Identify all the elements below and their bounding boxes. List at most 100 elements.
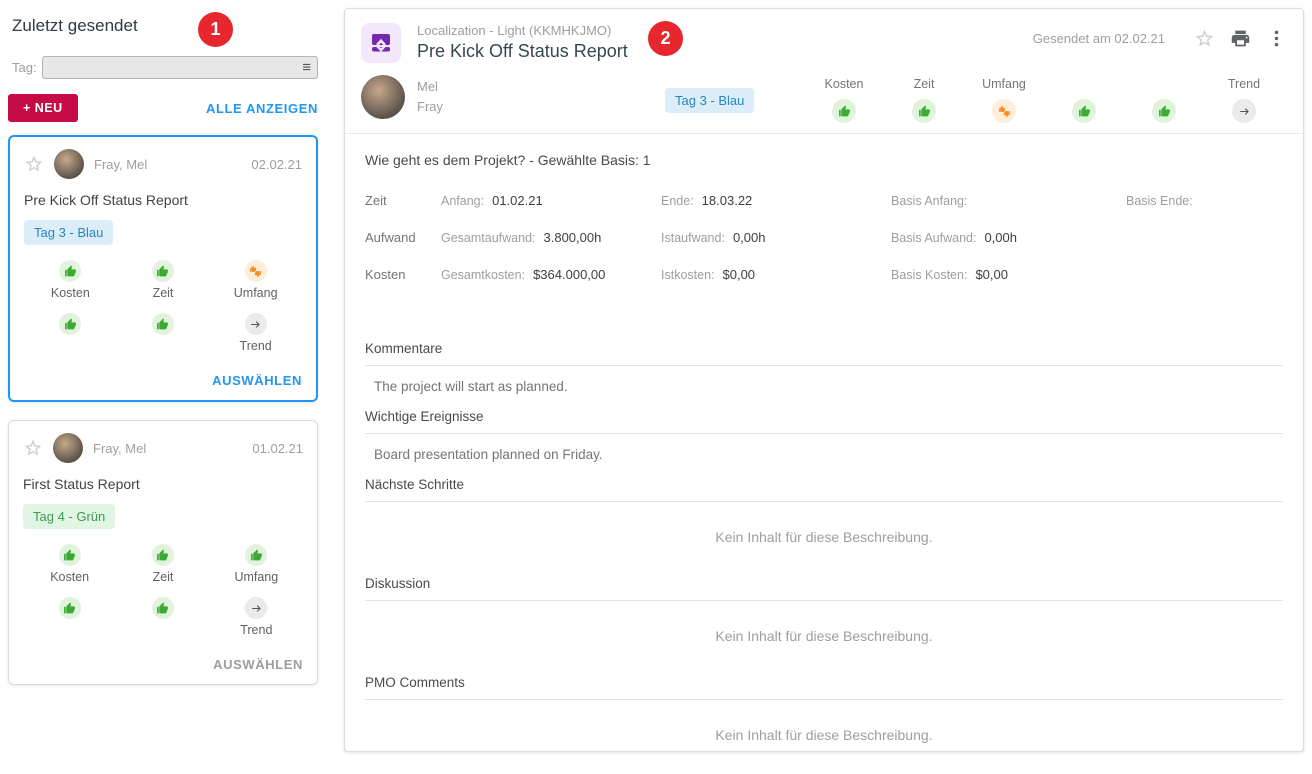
- status-label: Kosten: [51, 286, 90, 301]
- print-icon[interactable]: [1229, 27, 1251, 49]
- field-key: Anfang:: [441, 194, 484, 208]
- report-title: Pre Kick Off Status Report: [417, 41, 628, 62]
- tag-chip: Tag 3 - Blau: [665, 88, 754, 113]
- report-sections: Kommentare The project will start as pla…: [365, 341, 1283, 774]
- thumbs-up-icon: [59, 313, 81, 335]
- status-label: Trend: [240, 339, 272, 354]
- field-value: 01.02.21: [492, 193, 543, 208]
- card-title: First Status Report: [23, 476, 303, 492]
- header-status-row: Kosten Zeit Umfang Trend: [804, 77, 1284, 123]
- author-last-name: Fray: [417, 97, 443, 117]
- card-status-grid: Kosten Zeit Umfang Trend: [24, 260, 302, 354]
- section-pmo-comments: PMO Comments Kein Inhalt für diese Besch…: [365, 675, 1283, 774]
- sidebar-actions: + NEU ALLE ANZEIGEN: [8, 94, 318, 122]
- field-key: Basis Kosten:: [891, 268, 967, 282]
- report-card-1[interactable]: Fray, Mel 02.02.21 Pre Kick Off Status R…: [8, 135, 318, 402]
- row-label: Aufwand: [365, 230, 441, 245]
- field-value: 0,00h: [984, 230, 1017, 245]
- recently-sent-sidebar: Zuletzt gesendet Tag: ≡ + NEU ALLE ANZEI…: [8, 0, 318, 685]
- status-label: Zeit: [914, 77, 935, 92]
- section-naechste-schritte: Nächste Schritte Kein Inhalt für diese B…: [365, 477, 1283, 576]
- metrics-row-kosten: Kosten Gesamtkosten: $364.000,00 Istkoste…: [365, 256, 1283, 293]
- thumbs-up-icon: [832, 99, 856, 123]
- thumbs-up-icon: [152, 597, 174, 619]
- section-heading: PMO Comments: [365, 675, 1283, 700]
- annotation-badge-1: 1: [198, 12, 233, 47]
- status-label: Trend: [1228, 77, 1260, 92]
- favorite-star-icon[interactable]: [1193, 27, 1215, 49]
- card-date: 02.02.21: [251, 157, 302, 172]
- card-author: Fray, Mel: [93, 441, 146, 456]
- select-report-link[interactable]: AUSWÄHLEN: [23, 657, 303, 672]
- thumbs-up-icon: [152, 313, 174, 335]
- section-empty-content: Kein Inhalt für diese Beschreibung.: [365, 502, 1283, 576]
- field-key: Gesamtaufwand:: [441, 231, 536, 245]
- thumbs-up-icon: [59, 597, 81, 619]
- report-header: Localization - Light (KKMHKJMO) Pre Kick…: [345, 9, 1303, 134]
- metrics-grid: Zeit Anfang:01.02.21 Ende:18.03.22 Basis…: [365, 182, 1283, 293]
- field-value: 0,00h: [733, 230, 766, 245]
- section-diskussion: Diskussion Kein Inhalt für diese Beschre…: [365, 576, 1283, 675]
- section-heading: Diskussion: [365, 576, 1283, 601]
- thumbs-mixed-icon: [992, 99, 1016, 123]
- status-label: Umfang: [234, 286, 278, 301]
- field-key: Ende:: [661, 194, 694, 208]
- metrics-row-aufwand: Aufwand Gesamtaufwand: 3.800,00h Istaufwa…: [365, 219, 1283, 256]
- status-report-panel: Localization - Light (KKMHKJMO) Pre Kick…: [344, 8, 1304, 752]
- trend-arrow-icon: [245, 597, 267, 619]
- author-first-name: Mel: [417, 77, 443, 97]
- card-date: 01.02.21: [252, 441, 303, 456]
- show-all-link[interactable]: ALLE ANZEIGEN: [206, 101, 318, 116]
- field-key: Gesamtkosten:: [441, 268, 525, 282]
- section-kommentare: Kommentare The project will start as pla…: [365, 341, 1283, 409]
- new-report-button[interactable]: + NEU: [8, 94, 78, 122]
- status-label: Umfang: [234, 570, 278, 585]
- status-label: Umfang: [982, 77, 1026, 92]
- card-author: Fray, Mel: [94, 157, 147, 172]
- section-wichtige-ereignisse: Wichtige Ereignisse Board presentation p…: [365, 409, 1283, 477]
- tag-dropdown-icon[interactable]: ≡: [302, 60, 311, 75]
- status-label: Zeit: [153, 286, 174, 301]
- field-key: Basis Ende:: [1126, 194, 1193, 208]
- field-value: $0,00: [975, 267, 1008, 282]
- tag-filter-input[interactable]: ≡: [42, 56, 318, 79]
- thumbs-up-icon: [152, 544, 174, 566]
- section-heading: Wichtige Ereignisse: [365, 409, 1283, 434]
- field-key: Istkosten:: [661, 268, 715, 282]
- sent-date-label: Gesendet am 02.02.21: [1033, 31, 1165, 46]
- thumbs-up-icon: [245, 544, 267, 566]
- section-heading: Nächste Schritte: [365, 477, 1283, 502]
- field-key: Basis Anfang:: [891, 194, 967, 208]
- field-value: $0,00: [723, 267, 756, 282]
- thumbs-up-icon: [912, 99, 936, 123]
- project-question: Wie geht es dem Projekt? - Gewählte Basi…: [365, 152, 1283, 168]
- tag-chip: Tag 4 - Grün: [23, 504, 115, 529]
- report-body: Wie geht es dem Projekt? - Gewählte Basi…: [345, 152, 1303, 774]
- favorite-star-icon[interactable]: [23, 438, 43, 458]
- card-status-grid: Kosten Zeit Umfang Trend: [23, 544, 303, 638]
- tag-chip: Tag 3 - Blau: [24, 220, 113, 245]
- status-label: Trend: [240, 623, 272, 638]
- annotation-badge-2: 2: [648, 21, 683, 56]
- status-label: Zeit: [153, 570, 174, 585]
- row-label: Kosten: [365, 267, 441, 282]
- favorite-star-icon[interactable]: [24, 154, 44, 174]
- tag-filter-row: Tag: ≡: [8, 56, 318, 79]
- field-value: 3.800,00h: [544, 230, 602, 245]
- section-heading: Kommentare: [365, 341, 1283, 366]
- thumbs-up-icon: [1072, 99, 1096, 123]
- section-content: The project will start as planned.: [365, 366, 1283, 409]
- kebab-menu-icon[interactable]: [1265, 27, 1287, 49]
- field-value: $364.000,00: [533, 267, 605, 282]
- status-label: Kosten: [825, 77, 864, 92]
- field-key: Basis Aufwand:: [891, 231, 976, 245]
- author-avatar: [54, 149, 84, 179]
- report-card-2[interactable]: Fray, Mel 01.02.21 First Status Report T…: [8, 420, 318, 685]
- project-name: Localization - Light (KKMHKJMO): [417, 23, 628, 38]
- field-key: Istaufwand:: [661, 231, 725, 245]
- thumbs-up-icon: [152, 260, 174, 282]
- select-report-link[interactable]: AUSWÄHLEN: [24, 373, 302, 388]
- trend-arrow-icon: [1232, 99, 1256, 123]
- tag-filter-label: Tag:: [8, 60, 42, 75]
- section-empty-content: Kein Inhalt für diese Beschreibung.: [365, 700, 1283, 774]
